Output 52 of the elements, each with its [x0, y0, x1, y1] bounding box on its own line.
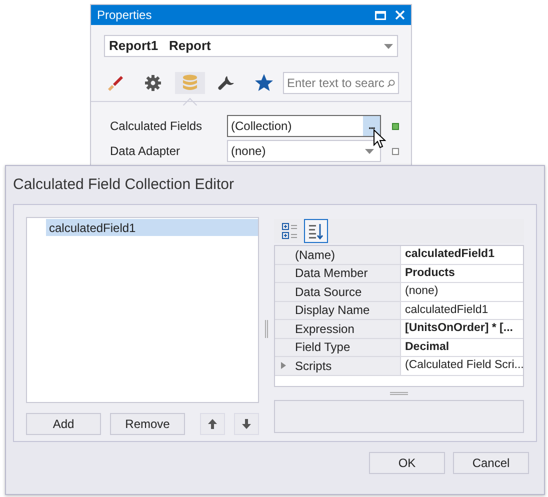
property-value-field[interactable]: (Collection) ...	[227, 115, 381, 137]
categorized-icon	[281, 222, 299, 240]
arrow-up-icon	[208, 419, 217, 429]
mouse-cursor-icon	[373, 129, 386, 149]
search-icon	[387, 78, 395, 88]
property-value[interactable]: (Calculated Field Scri...	[405, 357, 523, 374]
gear-icon	[143, 73, 163, 93]
dialog-title: Calculated Field Collection Editor	[12, 174, 235, 195]
splitter-grip-icon	[265, 320, 268, 338]
maximize-icon[interactable]	[375, 10, 386, 20]
list-action-button[interactable]: Remove	[110, 413, 185, 435]
sort-icon	[307, 222, 325, 240]
list-action-button[interactable]: Add	[26, 413, 101, 435]
property-value[interactable]: [UnitsOnOrder] * [...	[405, 320, 513, 338]
property-value[interactable]: (none)	[405, 283, 438, 300]
property-value[interactable]: calculatedField1	[405, 246, 494, 264]
property-name: Data Source	[295, 284, 362, 301]
star-icon	[254, 73, 274, 93]
object-selector[interactable]: Report1 Report	[104, 35, 398, 57]
property-value: (Collection)	[231, 118, 292, 135]
splitter-grip-icon	[390, 392, 408, 395]
property-name: Expression	[295, 320, 354, 338]
close-icon[interactable]	[395, 10, 405, 20]
property-label: Data Adapter	[110, 143, 182, 160]
property-label: Calculated Fields	[110, 118, 204, 135]
expand-arrow-icon[interactable]	[280, 362, 287, 370]
move-up-button[interactable]	[200, 413, 225, 435]
move-down-button[interactable]	[234, 413, 259, 435]
cancel-button[interactable]: Cancel	[453, 452, 529, 474]
list-item[interactable]: calculatedField1	[46, 219, 258, 236]
property-value[interactable]: Decimal	[405, 338, 450, 356]
database-icon	[180, 73, 200, 93]
dropdown-arrow-icon	[384, 44, 393, 48]
property-name: Display Name	[295, 302, 370, 320]
property-name: (Name)	[295, 246, 336, 264]
property-value-field[interactable]: (none)	[227, 140, 381, 162]
search-field[interactable]: Enter text to searc	[283, 72, 399, 94]
arrow-down-icon	[242, 419, 251, 429]
property-name: Field Type	[295, 339, 350, 356]
window-title: Properties	[97, 7, 152, 24]
ok-button[interactable]: OK	[369, 452, 445, 474]
brush-icon	[106, 73, 126, 93]
property-value[interactable]: Products	[405, 264, 455, 282]
ellipsis-button[interactable]: ...	[363, 116, 380, 136]
property-name: Data Member	[295, 265, 368, 282]
wrench-icon	[217, 73, 237, 93]
alphabetical-sort-button[interactable]	[304, 219, 328, 243]
selected-object: Report1 Report	[109, 37, 211, 56]
property-value[interactable]: calculatedField1	[405, 302, 488, 319]
dropdown-arrow-icon	[365, 148, 374, 154]
property-name: Scripts	[295, 358, 332, 375]
property-value: (none)	[231, 143, 266, 160]
